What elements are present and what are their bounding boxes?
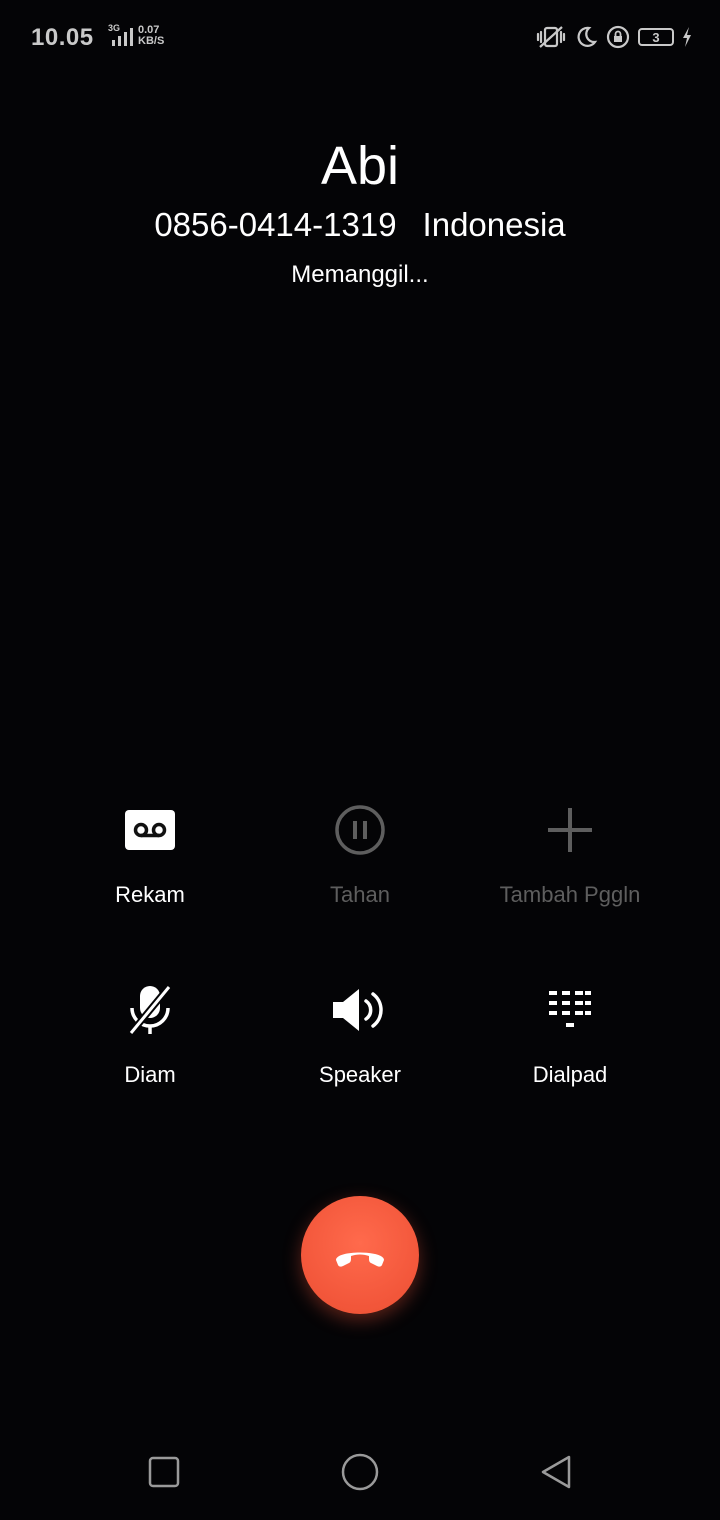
mic-off-icon (128, 984, 172, 1036)
record-label: Rekam (115, 882, 185, 907)
status-icons: 3 (536, 24, 692, 50)
speaker-label: Speaker (319, 1062, 401, 1087)
battery-icon: 3 (638, 28, 674, 46)
home-circle-icon (341, 1453, 379, 1491)
hold-label: Tahan (330, 882, 390, 907)
status-time: 10.05 (31, 24, 94, 51)
network-speed-unit: KB/S (138, 35, 165, 47)
moon-icon (574, 25, 598, 49)
call-status: Memanggil... (291, 261, 429, 288)
record-button[interactable]: Rekam (45, 800, 255, 909)
speaker-button[interactable]: Speaker (255, 980, 465, 1089)
home-button[interactable] (336, 1448, 384, 1496)
battery-level: 3 (652, 29, 660, 45)
add-call-label: Tambah Pggln (499, 882, 641, 907)
caller-number: 0856-0414-1319 (154, 206, 397, 243)
pause-icon (335, 805, 385, 855)
charging-icon (682, 26, 692, 48)
lock-rotation-icon (606, 25, 630, 49)
mute-label: Diam (124, 1062, 176, 1087)
hold-button[interactable]: Tahan (255, 800, 465, 909)
mute-button[interactable]: Diam (45, 980, 255, 1089)
network-speed: 0.07 KB/S (138, 25, 164, 47)
status-bar: 10.05 3G 0.07 KB/S 3 (0, 0, 720, 76)
caller-info: Abi 0856-0414-1319 Indonesia Memanggil... (0, 134, 720, 290)
record-icon (125, 810, 175, 850)
recents-button[interactable] (140, 1448, 188, 1496)
dialpad-button[interactable]: Dialpad (465, 980, 675, 1089)
back-triangle-icon (541, 1455, 571, 1489)
dialpad-icon (549, 991, 591, 1027)
back-button[interactable] (532, 1448, 580, 1496)
end-call-button[interactable] (301, 1196, 419, 1314)
vibrate-icon (536, 24, 566, 50)
call-screen: 10.05 3G 0.07 KB/S 3 Abi 0856-0414-1319 … (0, 0, 720, 1520)
caller-details: 0856-0414-1319 Indonesia (0, 204, 720, 246)
speaker-icon (333, 989, 383, 1031)
recents-square-icon (148, 1456, 180, 1488)
caller-region: Indonesia (422, 206, 566, 243)
signal-icon (112, 28, 133, 46)
caller-name: Abi (320, 136, 400, 196)
dialpad-label: Dialpad (532, 1062, 608, 1087)
plus-icon (548, 808, 592, 852)
add-call-button[interactable]: Tambah Pggln (465, 800, 675, 909)
phone-hangup-icon (336, 1252, 384, 1267)
